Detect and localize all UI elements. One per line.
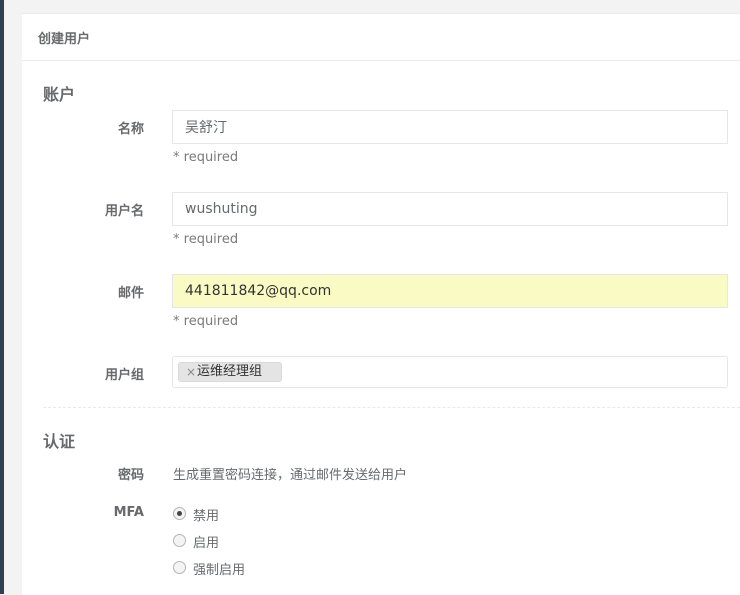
- username-input[interactable]: [172, 192, 728, 226]
- group-tag-label: 运维经理组: [197, 364, 263, 379]
- radio-icon[interactable]: [173, 534, 186, 547]
- name-help: * required: [173, 150, 239, 165]
- section-divider: [43, 407, 740, 408]
- email-help: * required: [173, 314, 239, 329]
- mfa-option-label: 禁用: [193, 509, 220, 524]
- sidebar-edge: [0, 0, 4, 594]
- email-input[interactable]: [172, 274, 728, 308]
- card-header: 创建用户: [22, 14, 740, 61]
- radio-checked-icon[interactable]: [173, 507, 186, 520]
- username-help: * required: [173, 232, 239, 247]
- password-description: 生成重置密码连接，通过邮件发送给用户: [173, 468, 408, 483]
- page-title: 创建用户: [38, 32, 91, 47]
- name-label: 名称: [117, 122, 144, 137]
- mfa-label: MFA: [113, 505, 144, 520]
- auth-section-title: 认证: [43, 432, 76, 451]
- create-user-card: 创建用户 账户 名称 * required 用户名 * required 邮件 …: [22, 13, 740, 595]
- account-section-title: 账户: [43, 85, 76, 104]
- mfa-option-label: 强制启用: [193, 563, 246, 578]
- email-label: 邮件: [117, 286, 144, 301]
- group-tag: × 运维经理组: [178, 362, 282, 382]
- group-label: 用户组: [104, 368, 144, 383]
- username-label: 用户名: [104, 204, 144, 219]
- remove-tag-icon[interactable]: ×: [186, 363, 196, 381]
- name-input[interactable]: [172, 110, 728, 144]
- mfa-option-label: 启用: [193, 536, 220, 551]
- radio-icon[interactable]: [173, 561, 186, 574]
- group-select[interactable]: × 运维经理组: [172, 356, 728, 388]
- password-label: 密码: [117, 468, 144, 483]
